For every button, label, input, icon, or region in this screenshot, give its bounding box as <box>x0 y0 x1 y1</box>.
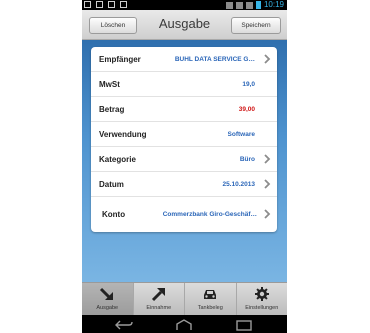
expense-form: Empfänger BUHL DATA SERVICE G… MwSt 19,0… <box>91 47 277 232</box>
tab-einstellungen[interactable]: Einstellungen <box>237 283 288 315</box>
sim-icon <box>84 1 91 8</box>
content-area: Empfänger BUHL DATA SERVICE G… MwSt 19,0… <box>82 40 287 282</box>
car-icon <box>204 290 217 299</box>
back-icon[interactable] <box>114 319 134 331</box>
bottom-tab-bar: Ausgabe Einnahme Tankbeleg Einstellungen <box>82 282 287 315</box>
row-value: BUHL DATA SERVICE G… <box>174 56 255 63</box>
save-button[interactable]: Speichern <box>231 17 281 34</box>
chevron-right-icon <box>264 154 271 164</box>
recent-apps-icon[interactable] <box>234 319 254 331</box>
chevron-right-icon <box>264 179 271 189</box>
chevron-right-icon <box>264 209 271 219</box>
form-row-mwst[interactable]: MwSt 19,0 <box>91 72 277 97</box>
camera-icon <box>108 1 115 8</box>
tab-ausgabe[interactable]: Ausgabe <box>82 283 134 315</box>
form-row-datum[interactable]: Datum 25.10.2013 <box>91 172 277 197</box>
row-label: Empfänger <box>99 55 141 64</box>
status-bar: 10:19 <box>82 0 287 10</box>
row-value: Commerzbank Giro-Geschäf… <box>162 211 257 218</box>
row-value: Büro <box>239 156 255 163</box>
row-label: Datum <box>99 180 124 189</box>
gear-icon <box>254 287 269 301</box>
tab-label: Einstellungen <box>245 305 279 311</box>
home-icon[interactable] <box>174 319 194 331</box>
battery-icon <box>255 1 261 9</box>
tab-einnahme[interactable]: Einnahme <box>134 283 185 315</box>
delete-button[interactable]: Löschen <box>89 17 137 34</box>
wifi-icon <box>235 1 243 9</box>
signal-icon <box>245 1 253 9</box>
clock: 10:19 <box>263 0 284 9</box>
row-label: Verwendung <box>99 130 147 139</box>
bluetooth-icon <box>225 1 233 9</box>
checkbox-icon <box>120 1 127 8</box>
form-row-betrag[interactable]: Betrag 39,00 <box>91 97 277 122</box>
row-label: Betrag <box>99 105 125 114</box>
row-value: 19,0 <box>242 81 255 88</box>
title-bar: Löschen Ausgabe Speichern <box>82 10 287 40</box>
arrow-down-right-icon <box>100 287 114 300</box>
form-row-verwendung[interactable]: Verwendung Software <box>91 122 277 147</box>
notification-icons <box>84 1 127 8</box>
row-value: 39,00 <box>238 106 255 113</box>
download-icon <box>96 1 103 8</box>
row-value: 25.10.2013 <box>222 181 255 188</box>
row-label: Kategorie <box>99 155 136 164</box>
tab-label: Einnahme <box>146 305 172 311</box>
form-row-empfaenger[interactable]: Empfänger BUHL DATA SERVICE G… <box>91 47 277 72</box>
chevron-right-icon <box>264 54 271 64</box>
page-title: Ausgabe <box>158 16 211 31</box>
tab-tankbeleg[interactable]: Tankbeleg <box>185 283 237 315</box>
tab-label: Tankbeleg <box>197 305 223 311</box>
arrow-up-right-icon <box>151 288 165 302</box>
form-row-konto[interactable]: Konto Commerzbank Giro-Geschäf… <box>91 197 277 232</box>
phone-screen: 10:19 Löschen Ausgabe Speichern Empfänge… <box>82 0 287 333</box>
form-row-kategorie[interactable]: Kategorie Büro <box>91 147 277 172</box>
row-label: Konto <box>102 210 126 219</box>
row-label: MwSt <box>99 80 120 89</box>
tab-label: Ausgabe <box>96 305 119 311</box>
row-value: Software <box>227 131 255 138</box>
system-nav-bar <box>82 315 287 333</box>
